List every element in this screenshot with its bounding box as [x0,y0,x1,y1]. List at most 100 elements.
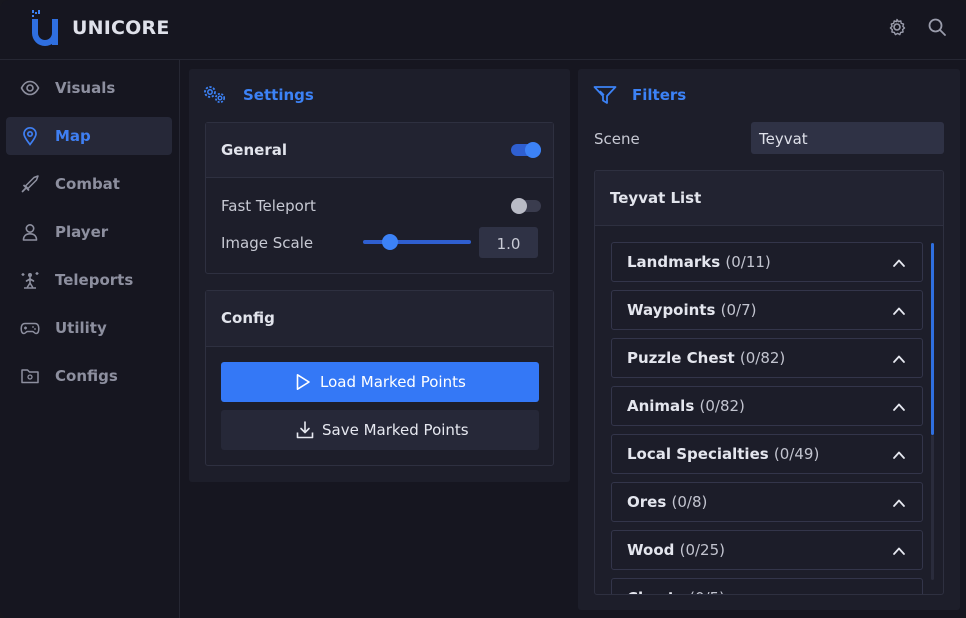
filter-category-label: Puzzle Chest (0/82) [627,349,785,367]
general-card: General Fast Teleport Image Scale 1.0 [205,122,554,274]
config-card: Config Load Marked Points Save Marked Po… [205,290,554,466]
filters-title: Filters [632,86,687,104]
chevron-up-icon[interactable] [892,400,906,414]
filter-category-name: Chests [627,589,684,594]
settings-gear-icon[interactable] [887,17,907,37]
sidebar-item-configs[interactable]: Configs [6,357,172,395]
filter-category-row[interactable]: Local Specialties (0/49) [611,434,923,474]
teleport-icon [21,272,39,289]
filter-category-count: (0/82) [739,349,786,367]
filter-category-label: Chests (0/5) [627,589,725,594]
filter-category-row[interactable]: Landmarks (0/11) [611,242,923,282]
sidebar-item-label: Combat [55,175,120,193]
app-title: UNICORE [72,17,170,39]
gamepad-icon [20,322,40,335]
fast-teleport-toggle[interactable] [511,198,541,214]
filter-category-count: (0/25) [679,541,725,559]
filter-category-row[interactable]: Ores (0/8) [611,482,923,522]
general-toggle[interactable] [511,142,541,158]
save-marked-points-button[interactable]: Save Marked Points [221,410,539,450]
fast-teleport-label: Fast Teleport [221,197,316,215]
filter-category-name: Wood [627,541,675,559]
image-scale-label: Image Scale [221,234,314,252]
chevron-up-icon[interactable] [892,352,906,366]
filter-category-label: Landmarks (0/11) [627,253,771,271]
filter-category-count: (0/7) [720,301,757,319]
config-title: Config [221,309,275,327]
scene-label: Scene [594,130,640,148]
search-icon[interactable] [927,17,947,37]
filter-category-label: Waypoints (0/7) [627,301,757,319]
sidebar-item-utility[interactable]: Utility [6,309,172,347]
list-scrollbar-track[interactable] [931,435,934,580]
chevron-up-icon[interactable] [892,304,906,318]
image-scale-slider-handle[interactable] [382,234,398,250]
sidebar-item-teleports[interactable]: Teleports [6,261,172,299]
filter-category-count: (0/49) [773,445,820,463]
load-marked-points-button[interactable]: Load Marked Points [221,362,539,402]
filter-category-name: Waypoints [627,301,716,319]
chevron-up-icon[interactable] [892,544,906,558]
load-button-label: Load Marked Points [320,373,466,391]
filter-icon [593,86,617,104]
filter-category-count: (0/82) [699,397,745,415]
teyvat-list-title: Teyvat List [610,189,702,207]
list-scrollbar-thumb[interactable] [931,243,934,435]
filter-category-name: Puzzle Chest [627,349,735,367]
sidebar-item-player[interactable]: Player [6,213,172,251]
general-title: General [221,141,287,159]
header-bar: UNICORE [0,0,966,60]
filter-category-name: Ores [627,493,667,511]
filter-category-name: Animals [627,397,695,415]
filter-category-count: (0/8) [671,493,708,511]
filter-category-row[interactable]: Wood (0/25) [611,530,923,570]
sidebar-item-label: Configs [55,367,118,385]
filter-category-name: Landmarks [627,253,721,271]
scene-select[interactable]: Teyvat [751,122,944,154]
filter-category-count: (0/5) [689,589,725,594]
filter-category-label: Wood (0/25) [627,541,725,559]
chevron-up-icon[interactable] [892,256,906,270]
chevron-up-icon[interactable] [892,496,906,510]
sidebar-item-label: Visuals [55,79,116,97]
filter-category-row[interactable]: Waypoints (0/7) [611,290,923,330]
filter-category-label: Animals (0/82) [627,397,745,415]
folder-icon [21,369,39,384]
teyvat-list-card: Teyvat List Landmarks (0/11) Waypoints (0… [594,170,944,595]
sidebar-item-label: Player [55,223,109,241]
user-icon [22,223,38,241]
unicore-logo-icon [32,10,58,46]
sidebar-item-visuals[interactable]: Visuals [6,69,172,107]
filter-category-row[interactable]: Animals (0/82) [611,386,923,426]
chevron-up-icon[interactable] [892,448,906,462]
app-window: UNICORE Visuals Map Combat Player Telepo… [0,0,966,618]
filter-category-label: Ores (0/8) [627,493,707,511]
map-pin-icon [23,126,37,146]
sword-icon [21,175,39,193]
sidebar-item-label: Utility [55,319,107,337]
download-icon [296,421,314,439]
filters-panel: Filters Scene Teyvat Teyvat List Landmar… [578,69,960,610]
general-card-header: General [206,123,553,178]
eye-icon [20,80,40,96]
filter-category-name: Local Specialties [627,445,769,463]
sidebar-item-label: Map [55,127,91,145]
teyvat-list-header: Teyvat List [595,171,943,226]
image-scale-slider-track[interactable] [363,240,471,244]
sidebar-item-map[interactable]: Map [6,117,172,155]
settings-panel: Settings General Fast Teleport Image Sca… [189,69,570,482]
image-scale-input[interactable]: 1.0 [479,227,538,258]
filter-category-count: (0/11) [725,253,771,271]
sidebar-item-label: Teleports [55,271,134,289]
config-card-header: Config [206,291,553,347]
chevron-up-icon[interactable] [892,592,906,595]
sidebar-item-combat[interactable]: Combat [6,165,172,203]
filter-category-label: Local Specialties (0/49) [627,445,819,463]
save-button-label: Save Marked Points [322,421,469,439]
filter-category-row[interactable]: Chests (0/5) [611,578,923,595]
play-icon [296,374,310,390]
settings-title: Settings [243,86,314,104]
gears-icon [204,86,226,104]
sidebar: Visuals Map Combat Player Teleports Util… [0,60,180,618]
filter-category-row[interactable]: Puzzle Chest (0/82) [611,338,923,378]
